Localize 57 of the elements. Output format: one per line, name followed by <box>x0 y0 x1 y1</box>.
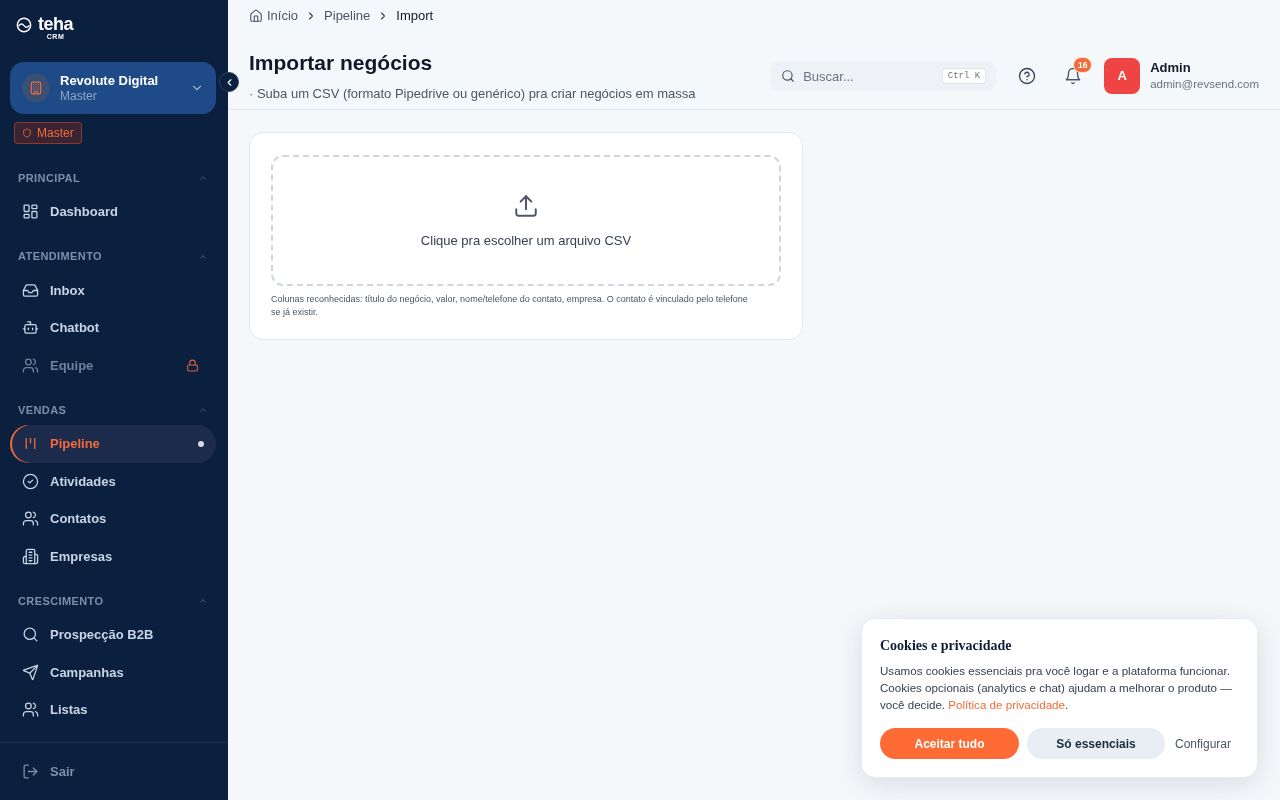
help-icon[interactable] <box>1018 67 1037 85</box>
inbox-tray-icon <box>22 281 39 299</box>
nav-item[interactable]: Chatbot <box>10 309 216 347</box>
upload-icon <box>513 192 539 219</box>
building-icon <box>22 74 50 102</box>
workspace-name: Revolute Digital <box>60 72 160 89</box>
nav-item[interactable]: Listas <box>10 691 216 729</box>
people-icon <box>22 701 39 719</box>
workspace-role: Master <box>60 88 98 104</box>
section-toggle[interactable]: PRINCIPAL <box>0 168 228 188</box>
role-label: Master <box>37 126 74 140</box>
shield-icon <box>22 128 32 138</box>
nav-item[interactable]: Campanhas <box>10 653 216 691</box>
section-toggle[interactable]: CRESCIMENTO <box>0 591 228 611</box>
nav-item[interactable]: Dashboard <box>10 193 216 231</box>
lock-icon <box>186 358 199 372</box>
collapse-sidebar-button[interactable] <box>219 72 239 92</box>
check-circle-icon <box>22 472 39 490</box>
nav-item[interactable]: Atividades <box>10 462 216 500</box>
nav-item[interactable]: Pipeline <box>10 425 216 463</box>
essential-only-button[interactable]: Só essenciais <box>1027 728 1165 759</box>
robot-icon <box>22 319 39 337</box>
upload-hint: Colunas reconhecidas: título do negócio, valor, nome/telefone do contato, empresa. O contato é vinculado pelo telefone se já existir. <box>271 293 749 319</box>
search-icon <box>22 626 39 644</box>
cookie-notice-text: Usamos cookies essenciais pra você logar e a plataforma funcionar. Cookies opcionais (analytics e chat) ajudam a melhorar o produto — você decide. Política de privacidade. <box>880 663 1233 713</box>
logout-icon <box>22 763 39 780</box>
breadcrumb-link[interactable]: Início <box>249 6 299 26</box>
bell-icon[interactable] <box>1064 67 1083 85</box>
home-icon <box>249 9 263 23</box>
breadcrumb-link[interactable]: Pipeline <box>324 6 371 26</box>
nav-item[interactable]: Empresas <box>10 537 216 575</box>
configure-button[interactable]: Configurar <box>1166 728 1239 759</box>
nav-item[interactable]: Prospecção B2B <box>10 616 216 654</box>
people-icon <box>22 510 39 528</box>
nav-item[interactable]: Contatos <box>10 500 216 538</box>
user-avatar[interactable]: A <box>1104 58 1141 94</box>
logo-text: teha <box>38 15 73 33</box>
page-subtitle: · Suba um CSV (formato Pipedrive ou genérico) pra criar negócios em massa <box>249 85 696 103</box>
nav-item[interactable]: Inbox <box>10 271 216 309</box>
paper-plane-icon <box>22 663 39 681</box>
cookie-banner-title: Cookies e privacidade <box>880 637 1013 655</box>
section-toggle[interactable]: ATENDIMENTO <box>0 246 228 267</box>
grid-icon <box>22 203 39 221</box>
keyboard-shortcut: Ctrl K <box>941 68 987 84</box>
user-email: admin@revsend.com <box>1150 77 1259 92</box>
notification-count-badge: 16 <box>1073 57 1093 73</box>
section-toggle[interactable]: VENDAS <box>0 400 228 420</box>
user-name: Admin <box>1150 60 1192 76</box>
logo-icon <box>16 17 32 33</box>
logout-button[interactable]: Sair <box>22 761 75 782</box>
breadcrumb-current: Import <box>396 7 434 26</box>
people-icon <box>22 356 39 374</box>
building-icon <box>22 547 39 565</box>
file-dropzone[interactable]: Clique pra escolher um arquivo CSV <box>271 155 781 286</box>
page-title: Importar negócios <box>249 50 434 76</box>
search-icon <box>781 69 796 83</box>
workspace-switcher[interactable]: Revolute Digital Master <box>10 62 216 114</box>
